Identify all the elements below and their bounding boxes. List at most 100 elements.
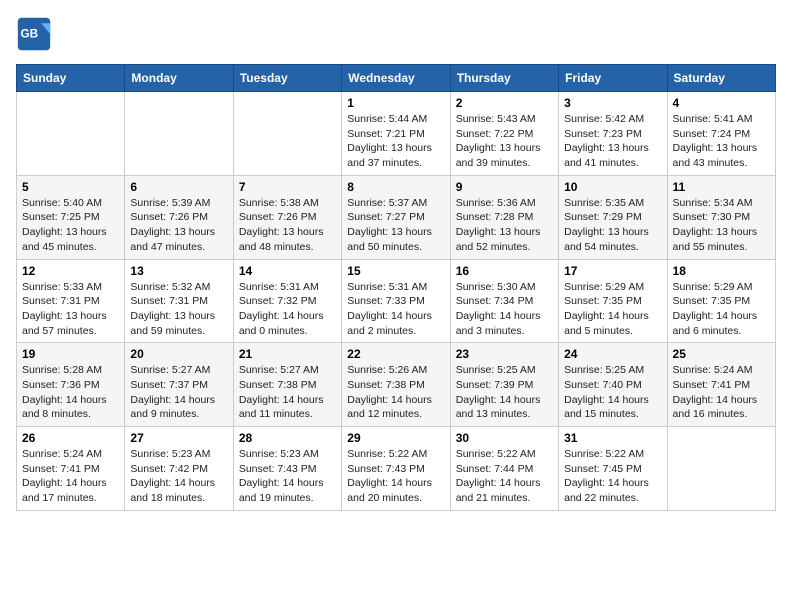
day-cell: 10 Sunrise: 5:35 AM Sunset: 7:29 PM Dayli… <box>559 175 667 259</box>
week-row-3: 12Sunrise: 5:33 AM Sunset: 7:31 PM Dayli… <box>17 259 776 343</box>
day-cell: 15Sunrise: 5:31 AM Sunset: 7:33 PM Dayli… <box>342 259 450 343</box>
day-number: 3 <box>564 96 661 110</box>
day-number: 24 <box>564 347 661 361</box>
day-number: 17 <box>564 264 661 278</box>
day-info: Sunrise: 5:25 AM Sunset: 7:40 PM Dayligh… <box>564 363 661 422</box>
day-number: 2 <box>456 96 553 110</box>
day-cell: 1Sunrise: 5:44 AM Sunset: 7:21 PM Daylig… <box>342 92 450 176</box>
day-cell: 22 Sunrise: 5:26 AM Sunset: 7:38 PM Dayli… <box>342 343 450 427</box>
day-number: 11 <box>673 180 770 194</box>
day-cell: 23 Sunrise: 5:25 AM Sunset: 7:39 PM Dayli… <box>450 343 558 427</box>
header-row: SundayMondayTuesdayWednesdayThursdayFrid… <box>17 65 776 92</box>
calendar-table: SundayMondayTuesdayWednesdayThursdayFrid… <box>16 64 776 511</box>
day-number: 10 <box>564 180 661 194</box>
day-number: 18 <box>673 264 770 278</box>
day-cell: 25 Sunrise: 5:24 AM Sunset: 7:41 PM Dayli… <box>667 343 775 427</box>
day-cell: 9Sunrise: 5:36 AM Sunset: 7:28 PM Daylig… <box>450 175 558 259</box>
day-cell <box>233 92 341 176</box>
day-info: Sunrise: 5:27 AM Sunset: 7:37 PM Dayligh… <box>130 363 227 422</box>
day-info: Sunrise: 5:23 AM Sunset: 7:42 PM Dayligh… <box>130 447 227 506</box>
day-cell: 19 Sunrise: 5:28 AM Sunset: 7:36 PM Dayli… <box>17 343 125 427</box>
day-cell: 5Sunrise: 5:40 AM Sunset: 7:25 PM Daylig… <box>17 175 125 259</box>
day-cell: 27 Sunrise: 5:23 AM Sunset: 7:42 PM Dayli… <box>125 427 233 511</box>
day-cell: 29 Sunrise: 5:22 AM Sunset: 7:43 PM Dayli… <box>342 427 450 511</box>
day-cell: 8Sunrise: 5:37 AM Sunset: 7:27 PM Daylig… <box>342 175 450 259</box>
day-number: 31 <box>564 431 661 445</box>
day-number: 4 <box>673 96 770 110</box>
day-number: 20 <box>130 347 227 361</box>
day-number: 16 <box>456 264 553 278</box>
day-number: 5 <box>22 180 119 194</box>
day-cell: 14 Sunrise: 5:31 AM Sunset: 7:32 PM Dayli… <box>233 259 341 343</box>
header-cell-saturday: Saturday <box>667 65 775 92</box>
header-cell-tuesday: Tuesday <box>233 65 341 92</box>
day-number: 14 <box>239 264 336 278</box>
day-info: Sunrise: 5:31 AM Sunset: 7:32 PM Dayligh… <box>239 280 336 339</box>
day-info: Sunrise: 5:25 AM Sunset: 7:39 PM Dayligh… <box>456 363 553 422</box>
day-cell: 13Sunrise: 5:32 AM Sunset: 7:31 PM Dayli… <box>125 259 233 343</box>
day-number: 25 <box>673 347 770 361</box>
day-number: 30 <box>456 431 553 445</box>
day-number: 19 <box>22 347 119 361</box>
day-info: Sunrise: 5:26 AM Sunset: 7:38 PM Dayligh… <box>347 363 444 422</box>
day-info: Sunrise: 5:23 AM Sunset: 7:43 PM Dayligh… <box>239 447 336 506</box>
day-cell: 12Sunrise: 5:33 AM Sunset: 7:31 PM Dayli… <box>17 259 125 343</box>
header-cell-sunday: Sunday <box>17 65 125 92</box>
day-number: 6 <box>130 180 227 194</box>
week-row-2: 5Sunrise: 5:40 AM Sunset: 7:25 PM Daylig… <box>17 175 776 259</box>
header-cell-thursday: Thursday <box>450 65 558 92</box>
day-cell: 2 Sunrise: 5:43 AM Sunset: 7:22 PM Daylig… <box>450 92 558 176</box>
logo-icon: GB <box>16 16 52 52</box>
day-number: 7 <box>239 180 336 194</box>
day-info: Sunrise: 5:41 AM Sunset: 7:24 PM Dayligh… <box>673 112 770 171</box>
day-info: Sunrise: 5:22 AM Sunset: 7:43 PM Dayligh… <box>347 447 444 506</box>
day-info: Sunrise: 5:29 AM Sunset: 7:35 PM Dayligh… <box>673 280 770 339</box>
day-number: 28 <box>239 431 336 445</box>
day-cell <box>17 92 125 176</box>
day-info: Sunrise: 5:38 AM Sunset: 7:26 PM Dayligh… <box>239 196 336 255</box>
day-cell: 17 Sunrise: 5:29 AM Sunset: 7:35 PM Dayli… <box>559 259 667 343</box>
day-number: 26 <box>22 431 119 445</box>
day-info: Sunrise: 5:34 AM Sunset: 7:30 PM Dayligh… <box>673 196 770 255</box>
day-info: Sunrise: 5:37 AM Sunset: 7:27 PM Dayligh… <box>347 196 444 255</box>
day-info: Sunrise: 5:42 AM Sunset: 7:23 PM Dayligh… <box>564 112 661 171</box>
day-number: 22 <box>347 347 444 361</box>
day-info: Sunrise: 5:43 AM Sunset: 7:22 PM Dayligh… <box>456 112 553 171</box>
svg-text:GB: GB <box>21 28 39 41</box>
day-info: Sunrise: 5:39 AM Sunset: 7:26 PM Dayligh… <box>130 196 227 255</box>
day-number: 1 <box>347 96 444 110</box>
day-cell: 18 Sunrise: 5:29 AM Sunset: 7:35 PM Dayli… <box>667 259 775 343</box>
day-number: 21 <box>239 347 336 361</box>
week-row-1: 1Sunrise: 5:44 AM Sunset: 7:21 PM Daylig… <box>17 92 776 176</box>
day-cell: 4 Sunrise: 5:41 AM Sunset: 7:24 PM Daylig… <box>667 92 775 176</box>
day-cell: 30Sunrise: 5:22 AM Sunset: 7:44 PM Dayli… <box>450 427 558 511</box>
header-cell-friday: Friday <box>559 65 667 92</box>
day-info: Sunrise: 5:24 AM Sunset: 7:41 PM Dayligh… <box>673 363 770 422</box>
day-number: 23 <box>456 347 553 361</box>
day-cell: 31 Sunrise: 5:22 AM Sunset: 7:45 PM Dayli… <box>559 427 667 511</box>
day-cell: 7 Sunrise: 5:38 AM Sunset: 7:26 PM Daylig… <box>233 175 341 259</box>
day-number: 13 <box>130 264 227 278</box>
day-cell: 16 Sunrise: 5:30 AM Sunset: 7:34 PM Dayli… <box>450 259 558 343</box>
day-number: 29 <box>347 431 444 445</box>
day-info: Sunrise: 5:24 AM Sunset: 7:41 PM Dayligh… <box>22 447 119 506</box>
day-info: Sunrise: 5:22 AM Sunset: 7:45 PM Dayligh… <box>564 447 661 506</box>
calendar-header: SundayMondayTuesdayWednesdayThursdayFrid… <box>17 65 776 92</box>
page-header: GB <box>16 16 776 52</box>
header-cell-monday: Monday <box>125 65 233 92</box>
week-row-4: 19 Sunrise: 5:28 AM Sunset: 7:36 PM Dayli… <box>17 343 776 427</box>
logo: GB <box>16 16 56 52</box>
day-info: Sunrise: 5:35 AM Sunset: 7:29 PM Dayligh… <box>564 196 661 255</box>
day-number: 15 <box>347 264 444 278</box>
day-cell: 6 Sunrise: 5:39 AM Sunset: 7:26 PM Daylig… <box>125 175 233 259</box>
day-info: Sunrise: 5:30 AM Sunset: 7:34 PM Dayligh… <box>456 280 553 339</box>
day-number: 27 <box>130 431 227 445</box>
day-cell: 11 Sunrise: 5:34 AM Sunset: 7:30 PM Dayli… <box>667 175 775 259</box>
day-info: Sunrise: 5:29 AM Sunset: 7:35 PM Dayligh… <box>564 280 661 339</box>
day-cell: 26 Sunrise: 5:24 AM Sunset: 7:41 PM Dayli… <box>17 427 125 511</box>
day-cell <box>667 427 775 511</box>
day-number: 9 <box>456 180 553 194</box>
day-info: Sunrise: 5:28 AM Sunset: 7:36 PM Dayligh… <box>22 363 119 422</box>
week-row-5: 26 Sunrise: 5:24 AM Sunset: 7:41 PM Dayli… <box>17 427 776 511</box>
header-cell-wednesday: Wednesday <box>342 65 450 92</box>
